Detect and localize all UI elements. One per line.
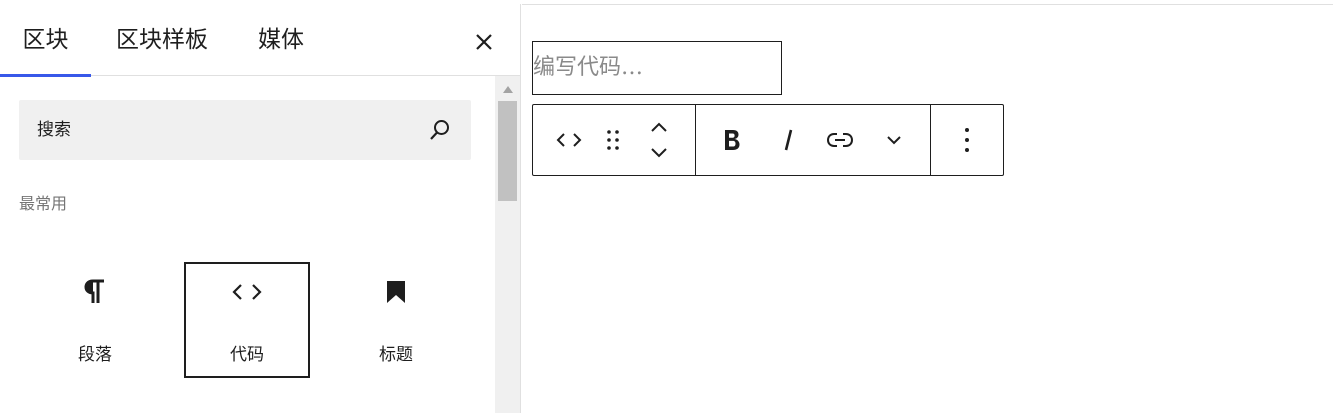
code-block-editor[interactable]: 编写代码… [532,41,782,95]
move-down-button[interactable] [639,141,679,165]
block-heading-label: 标题 [379,345,413,365]
search-input[interactable] [19,100,471,160]
block-paragraph-label: 段落 [78,345,112,365]
move-down-icon [651,148,667,158]
chevron-down-icon [887,136,901,145]
move-up-button[interactable] [639,115,679,139]
more-rich-text-button[interactable] [872,105,916,175]
bold-button[interactable] [710,105,754,175]
tab-blocks[interactable]: 区块 [0,4,91,77]
category-most-used-label: 最常用 [19,194,68,213]
search-icon[interactable] [428,118,452,142]
options-button[interactable] [945,105,989,175]
toolbar-group-block [533,105,696,175]
inserter-tabs: 区块 区块样板 媒体 [0,4,520,77]
block-inserter-panel: 区块 区块样板 媒体 最常用 段落 代码 [0,0,521,413]
scroll-up-arrow[interactable] [495,82,520,96]
block-code-label: 代码 [230,345,264,365]
drag-handle-icon [607,130,619,150]
code-icon [556,133,582,147]
move-up-icon [651,122,667,132]
bookmark-icon [387,281,405,303]
pilcrow-icon [84,279,104,303]
italic-icon [784,129,793,151]
scrollbar-thumb[interactable] [498,101,517,201]
canvas-top-rule [522,4,1333,5]
code-icon [232,284,262,300]
triangle-up-icon [502,85,513,93]
bold-icon [725,130,740,150]
block-paragraph[interactable]: 段落 [32,262,158,378]
link-button[interactable] [818,105,862,175]
drag-handle-button[interactable] [595,105,631,175]
link-icon [826,133,854,147]
scrollbar[interactable] [495,76,520,413]
block-heading[interactable]: 标题 [333,262,459,378]
more-options-icon [965,128,969,152]
block-code[interactable]: 代码 [184,262,310,378]
editor-canvas: 编写代码… [522,0,1333,413]
close-icon [476,34,492,50]
block-type-button[interactable] [547,105,591,175]
tab-block-patterns[interactable]: 区块样板 [116,4,212,76]
toolbar-group-options [931,105,1003,175]
tab-media[interactable]: 媒体 [258,4,310,76]
italic-button[interactable] [766,105,810,175]
close-inserter-button[interactable] [468,26,500,58]
block-toolbar [532,104,1004,176]
toolbar-group-format [696,105,931,175]
search-box [19,100,471,160]
